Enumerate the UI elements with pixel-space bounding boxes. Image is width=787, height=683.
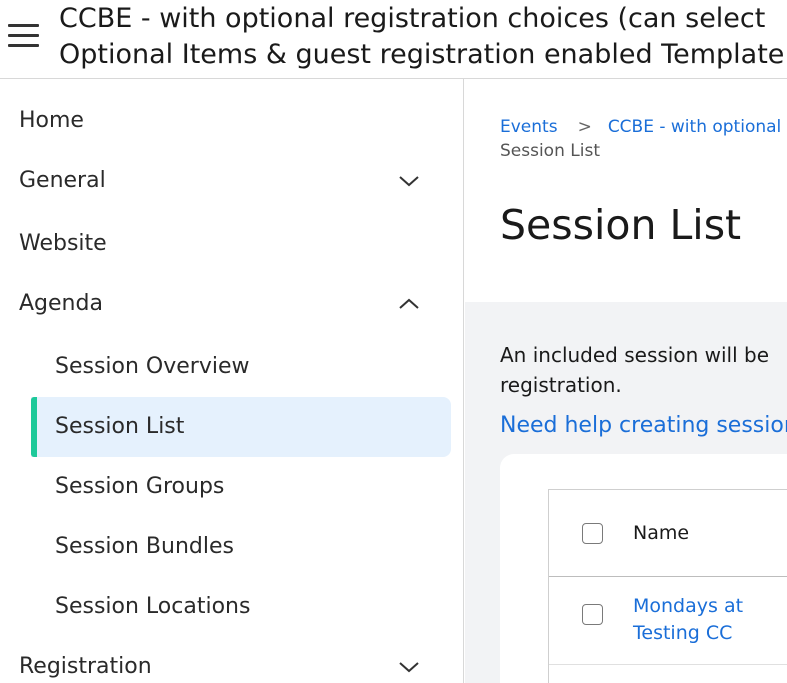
sidebar-item-session-groups[interactable]: Session Groups bbox=[55, 472, 224, 502]
intro-text: An included session will be registration… bbox=[500, 340, 787, 400]
sidebar-active-indicator bbox=[31, 397, 37, 457]
event-title: CCBE - with optional registration choice… bbox=[59, 1, 787, 73]
intro-text-line1: An included session will be bbox=[500, 343, 770, 367]
breadcrumb: Events > CCBE - with optional re Session L… bbox=[500, 115, 787, 163]
sidebar-item-session-list[interactable]: Session List bbox=[55, 412, 184, 442]
session-name-line1: Mondays at bbox=[633, 595, 744, 617]
sidebar-nav: Home General Website Agenda Session Over… bbox=[0, 79, 464, 683]
app-header: CCBE - with optional registration choice… bbox=[0, 0, 787, 79]
sidebar-item-registration[interactable]: Registration bbox=[19, 652, 152, 682]
intro-text-line2: registration. bbox=[500, 373, 622, 397]
sidebar-item-website[interactable]: Website bbox=[19, 229, 107, 259]
session-name-line2: Testing CC bbox=[633, 622, 733, 644]
sidebar-item-agenda[interactable]: Agenda bbox=[19, 289, 103, 319]
sidebar-item-home[interactable]: Home bbox=[19, 106, 84, 136]
row-checkbox[interactable] bbox=[582, 604, 603, 625]
sessions-card: Name Mondays at Testing CC bbox=[500, 454, 787, 683]
chevron-up-icon[interactable] bbox=[397, 292, 421, 316]
chevron-down-icon[interactable] bbox=[397, 655, 421, 679]
table-header: Name bbox=[549, 490, 787, 577]
content-area: An included session will be registration… bbox=[465, 302, 787, 683]
main-content: Events > CCBE - with optional re Session L… bbox=[465, 79, 787, 683]
sidebar-item-session-overview[interactable]: Session Overview bbox=[55, 352, 250, 382]
breadcrumb-current: Session List bbox=[500, 141, 600, 161]
table-row: Mondays at Testing CC bbox=[549, 577, 787, 665]
event-title-line1: CCBE - with optional registration choice… bbox=[59, 3, 766, 34]
sidebar-item-session-locations[interactable]: Session Locations bbox=[55, 592, 250, 622]
breadcrumb-event-link[interactable]: CCBE - with optional re bbox=[608, 117, 787, 137]
column-header-name[interactable]: Name bbox=[633, 520, 689, 546]
hamburger-menu-icon[interactable] bbox=[8, 24, 40, 48]
select-all-checkbox[interactable] bbox=[582, 523, 603, 544]
breadcrumb-events-link[interactable]: Events bbox=[500, 117, 558, 137]
page-title: Session List bbox=[500, 201, 742, 249]
sessions-table: Name Mondays at Testing CC bbox=[548, 489, 787, 683]
breadcrumb-separator: > bbox=[577, 117, 592, 137]
chevron-down-icon[interactable] bbox=[397, 169, 421, 193]
help-link[interactable]: Need help creating sessions bbox=[500, 411, 787, 441]
sidebar-item-general[interactable]: General bbox=[19, 166, 106, 196]
sidebar-item-session-bundles[interactable]: Session Bundles bbox=[55, 532, 234, 562]
session-name-link[interactable]: Mondays at Testing CC bbox=[633, 593, 787, 647]
event-title-line2: Optional Items & guest registration enab… bbox=[59, 39, 785, 70]
